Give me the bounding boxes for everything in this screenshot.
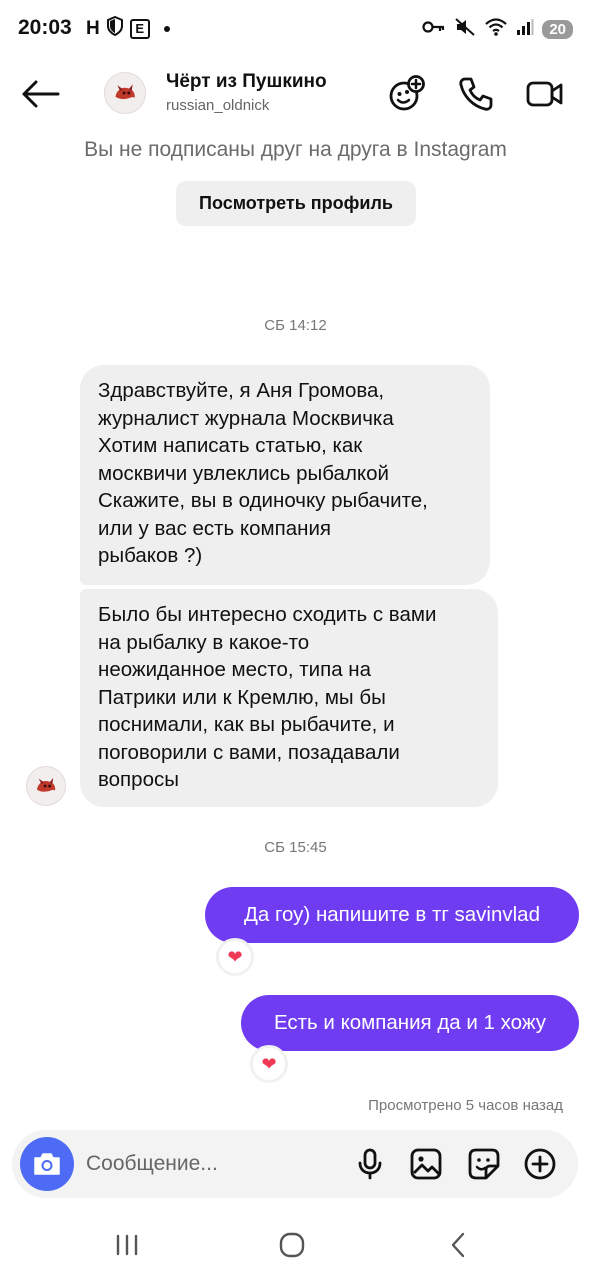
contact-avatar[interactable] [104,72,146,114]
outgoing-message[interactable]: Есть и компания да и 1 хожу [241,995,579,1051]
follow-notice: Вы не подписаны друг на друга в Instagra… [84,138,507,161]
key-icon [422,19,446,40]
plus-icon [524,1148,556,1180]
heart-reaction[interactable]: ❤ [250,1045,288,1083]
home-button[interactable] [272,1228,312,1262]
message-line: вопросы [98,768,179,791]
system-back-button[interactable] [438,1228,478,1262]
effects-button[interactable] [386,74,426,114]
outgoing-message[interactable]: Да гоу) напишите в тг savinvlad [205,887,579,943]
message-line: рыбаков ?) [98,544,203,567]
message-input[interactable] [86,1144,336,1184]
message-timestamp: СБ 15:45 [264,839,327,856]
chevron-left-icon [451,1232,465,1258]
contact-name[interactable]: Чёрт из Пушкино [166,71,327,93]
more-options-button[interactable] [522,1146,558,1182]
gallery-button[interactable] [408,1146,444,1182]
h-notification-icon: H [86,17,100,39]
shield-icon [106,15,124,41]
wifi-icon [484,17,508,42]
home-icon [279,1232,305,1258]
phone-icon [459,77,493,111]
gallery-icon [410,1148,442,1180]
message-line: Здравствуйте, я Аня Громова, [98,379,385,402]
message-line: Патрики или к Кремлю, мы бы [98,685,386,709]
status-bar: 20:03 H E 20 [0,0,591,58]
incoming-message[interactable]: Было бы интересно сходить с вами на рыба… [80,589,498,807]
mic-icon [358,1148,382,1180]
camera-icon [34,1153,60,1175]
chat-header: Чёрт из Пушкино russian_oldnick [0,60,591,130]
message-timestamp: СБ 14:12 [264,317,327,334]
voice-message-button[interactable] [352,1146,388,1182]
more-notifications-dot [163,25,170,32]
heart-icon: ❤ [227,946,243,967]
message-line: поговорили с вами, позадавали [98,740,400,764]
heart-icon: ❤ [261,1053,277,1074]
effects-icon [389,75,425,111]
signal-icon [516,18,534,41]
back-button[interactable] [18,74,62,114]
incoming-message[interactable]: Здравствуйте, я Аня Громова, журналист ж… [80,365,490,585]
message-line: журналист журнала Москвичка [98,406,394,430]
audio-call-button[interactable] [456,74,496,114]
sender-avatar[interactable] [26,766,66,806]
video-call-button[interactable] [524,74,564,114]
message-text: Есть и компания да и 1 хожу [273,1011,547,1034]
message-line: Было бы интересно сходить с вами [98,603,437,626]
mute-icon [454,17,476,42]
recents-button[interactable] [107,1228,147,1262]
sticker-button[interactable] [466,1146,502,1182]
message-line: неожиданное место, типа на [98,658,372,681]
heart-reaction[interactable]: ❤ [216,938,254,976]
system-nav-bar [0,1210,591,1280]
view-profile-button[interactable]: Посмотреть профиль [176,181,416,226]
e-notification-icon: E [129,18,150,39]
sticker-icon [468,1148,500,1180]
message-line: москвичи увлеклись рыбалкой [98,461,389,485]
back-arrow-icon [22,80,60,108]
message-line: поснимали, как вы рыбачите, и [98,713,395,736]
message-line: Скажите, вы в одиночку рыбачите, [98,489,428,512]
status-time: 20:03 [18,16,72,39]
message-line: на рыбалку в какое-то [98,630,310,654]
message-composer [12,1130,578,1198]
video-icon [526,81,563,107]
battery-indicator: 20 [542,20,573,39]
message-line: или у вас есть компания [98,516,331,540]
camera-button[interactable] [20,1137,74,1191]
message-text: Да гоу) напишите в тг savinvlad [244,903,540,926]
recents-icon [116,1234,138,1256]
contact-username[interactable]: russian_oldnick [166,97,269,114]
seen-status: Просмотрено 5 часов назад [368,1097,563,1114]
message-line: Хотим написать статью, как [98,434,363,457]
